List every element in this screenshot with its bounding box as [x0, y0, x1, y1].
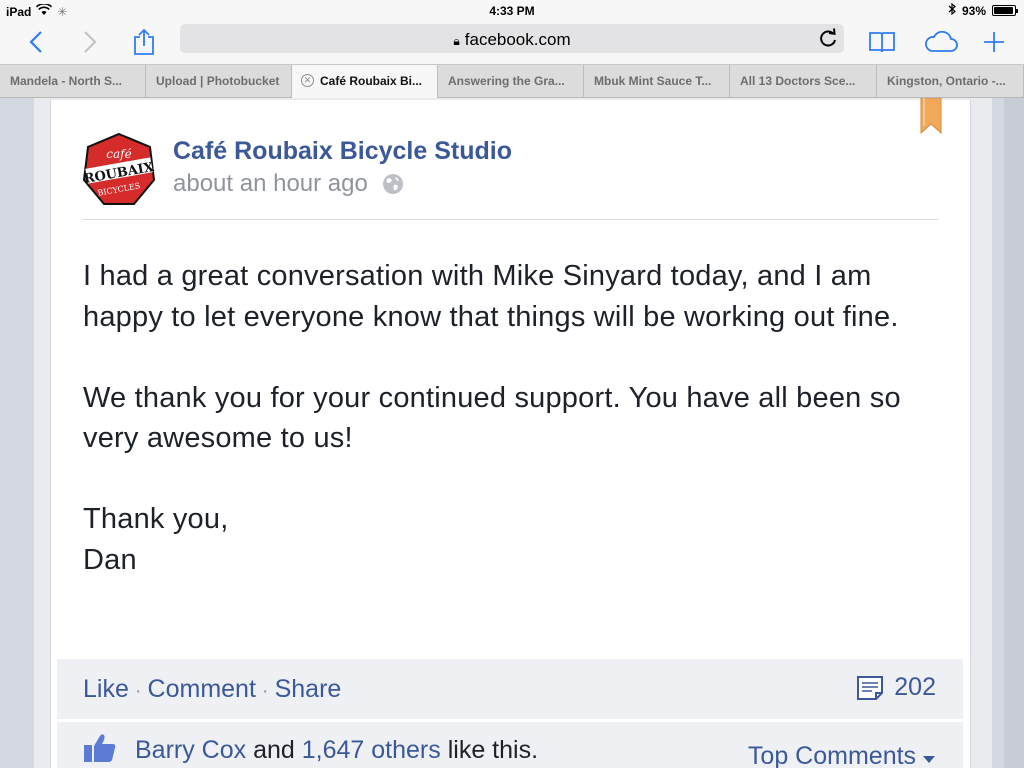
browser-toolbar: 🔒︎ facebook.com [0, 22, 1024, 64]
comment-count-button[interactable]: 202 [856, 673, 936, 702]
share-icon [134, 28, 154, 55]
bookmarks-button[interactable] [866, 26, 898, 58]
save-post-bookmark-icon[interactable] [920, 97, 942, 135]
reload-button[interactable] [818, 27, 838, 54]
thumbs-up-icon [84, 734, 116, 762]
share-button[interactable] [128, 26, 160, 58]
tab-label: Café Roubaix Bi... [320, 74, 423, 88]
tab-cafe-roubaix[interactable]: ✕ Café Roubaix Bi... [292, 65, 438, 98]
cloud-icon [925, 31, 958, 52]
logo-cafe-text: café [106, 147, 131, 161]
tab-label: Mbuk Mint Sauce T... [594, 74, 712, 88]
liker-name-link[interactable]: Barry Cox [135, 736, 246, 764]
tab-label: All 13 Doctors Sce... [740, 74, 856, 88]
comment-count: 202 [894, 673, 936, 701]
chevron-right-icon [84, 31, 97, 53]
url-display: 🔒︎ facebook.com [180, 30, 844, 50]
post-signature: Dan [83, 543, 137, 576]
likes-others-link[interactable]: 1,647 others [302, 736, 441, 764]
lock-icon: 🔒︎ [453, 34, 460, 48]
forward-button[interactable] [74, 26, 106, 58]
icloud-tabs-button[interactable] [922, 26, 960, 58]
post-timestamp: about an hour ago [173, 170, 404, 198]
likes-bar: Barry Cox and 1,647 others like this. To… [57, 722, 963, 768]
tab-kingston[interactable]: Kingston, Ontario -... [877, 65, 1024, 98]
new-tab-button[interactable] [978, 26, 1010, 58]
status-time: 4:33 PM [489, 4, 535, 18]
tab-photobucket[interactable]: Upload | Photobucket [146, 65, 292, 98]
tab-bar: Mandela - North S... Upload | Photobucke… [0, 64, 1024, 98]
likes-suffix: like this. [447, 736, 539, 764]
tab-mandela[interactable]: Mandela - North S... [0, 65, 146, 98]
post-header: café ROUBAIX BICYCLES Café Roubaix Bicyc… [82, 132, 938, 220]
page-name-link[interactable]: Café Roubaix Bicycle Studio [173, 137, 512, 166]
tab-label: Mandela - North S... [10, 74, 123, 88]
plus-icon [984, 32, 1004, 52]
chevron-left-icon [29, 31, 42, 53]
like-button[interactable]: Like [83, 675, 129, 703]
post-actions-bar: Like · Comment · Share 202 [57, 659, 963, 719]
comment-button[interactable]: Comment [148, 675, 256, 703]
action-separator: · [134, 680, 142, 702]
caret-down-icon [923, 756, 935, 763]
post-paragraph: I had a great conversation with Mike Sin… [83, 260, 899, 333]
tab-mbuk[interactable]: Mbuk Mint Sauce T... [584, 65, 730, 98]
page-gutter-left [0, 98, 34, 768]
post-actions: Like · Comment · Share [83, 675, 341, 704]
page-scroll-gutter [1004, 98, 1024, 768]
post-paragraph: We thank you for your continued support.… [83, 381, 901, 455]
top-comments-dropdown[interactable]: Top Comments [748, 742, 935, 768]
bluetooth-icon [948, 2, 956, 18]
post-signoff: Thank you, [83, 503, 229, 535]
page-avatar[interactable]: café ROUBAIX BICYCLES [82, 132, 156, 206]
globe-icon [382, 174, 403, 194]
status-right: 93% [948, 2, 1018, 18]
back-button[interactable] [20, 26, 52, 58]
tab-doctors[interactable]: All 13 Doctors Sce... [730, 65, 877, 98]
battery-icon [992, 5, 1018, 16]
share-button[interactable]: Share [275, 675, 342, 703]
address-bar[interactable]: 🔒︎ facebook.com [180, 24, 844, 53]
timestamp-text[interactable]: about an hour ago [173, 170, 368, 198]
status-bar: iPad ✳ 4:33 PM 93% [0, 0, 1024, 22]
url-text: facebook.com [464, 30, 571, 49]
tab-label: Upload | Photobucket [156, 74, 280, 88]
book-icon [869, 32, 895, 53]
top-comments-label: Top Comments [747, 742, 917, 768]
tab-label: Kingston, Ontario -... [887, 74, 1006, 88]
action-separator: · [261, 680, 269, 702]
tab-label: Answering the Gra... [448, 74, 565, 88]
comment-icon [857, 675, 884, 700]
post-message: I had a great conversation with Mike Sin… [83, 256, 953, 580]
browser-chrome: iPad ✳ 4:33 PM 93% 🔒︎ facebook.com Mande… [0, 0, 1024, 98]
close-tab-icon[interactable]: ✕ [301, 74, 314, 87]
tab-answering[interactable]: Answering the Gra... [438, 65, 584, 98]
likes-summary: Barry Cox and 1,647 others like this. [135, 736, 538, 765]
likes-and: and [253, 736, 295, 764]
reload-icon [820, 28, 836, 47]
battery-percent: 93% [961, 3, 986, 18]
